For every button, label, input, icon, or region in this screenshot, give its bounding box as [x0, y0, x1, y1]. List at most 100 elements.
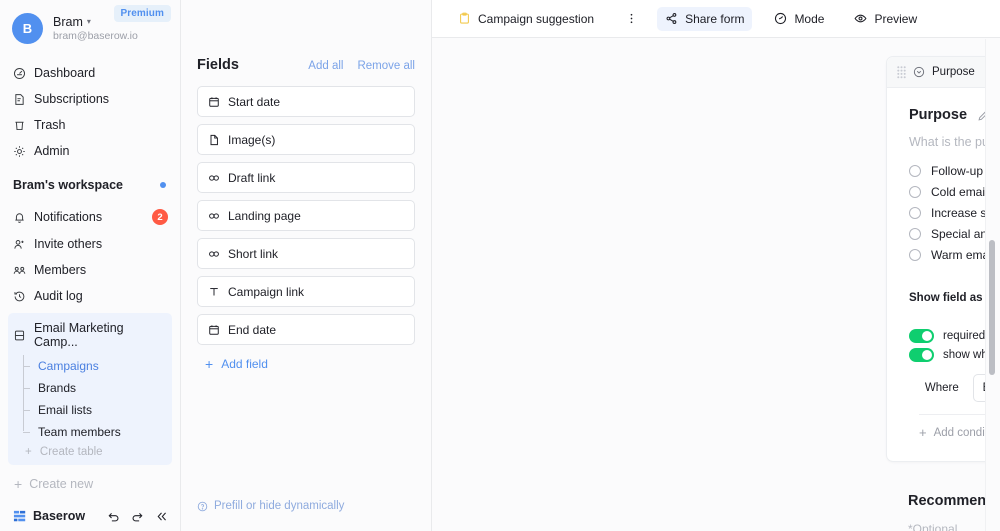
- bell-icon: [13, 211, 26, 224]
- form-canvas: Purpose Purpose What is the Follow-up Co…: [432, 38, 1000, 531]
- sidebar-label: Subscriptions: [34, 92, 110, 106]
- sidebar-label: Audit log: [34, 289, 83, 303]
- baserow-mark-icon: [13, 510, 26, 521]
- toolbar: Campaign suggestion Share form Mode Prev…: [432, 0, 1000, 38]
- brand-label: Baserow: [33, 509, 86, 523]
- field-label: Image(s): [228, 132, 276, 147]
- link-icon: [208, 172, 220, 184]
- footer-actions: [107, 510, 168, 523]
- add-all-button[interactable]: Add all: [308, 60, 343, 72]
- plus-icon: +: [25, 446, 32, 458]
- sidebar-item-admin[interactable]: Admin: [0, 138, 180, 164]
- form-name-label: Campaign suggestion: [478, 11, 595, 26]
- eye-icon: [854, 14, 867, 23]
- sidebar-label: Notifications: [34, 210, 103, 224]
- app-root: Premium B Bram ▾ bram@baserow.io Dashboa…: [0, 0, 1000, 531]
- field-card-landing-page[interactable]: Landing page: [197, 200, 415, 231]
- field-label: End date: [228, 322, 277, 337]
- field-label: Landing page: [228, 208, 301, 223]
- preview-button[interactable]: Preview: [846, 7, 925, 31]
- table-list: Campaigns Brands Email lists Team member…: [8, 355, 172, 443]
- required-toggle-label: required: [943, 330, 986, 342]
- prefill-or-hide-link[interactable]: Prefill or hide dynamically: [197, 500, 344, 512]
- show-field-as-label: Show field as: [909, 292, 983, 304]
- text-icon: [208, 286, 220, 298]
- user-plus-icon: [13, 238, 26, 251]
- sidebar-label: Admin: [34, 144, 70, 158]
- field-card-draft-link[interactable]: Draft link: [197, 162, 415, 193]
- condition-where-label: Where: [924, 382, 959, 394]
- redo-icon[interactable]: [131, 510, 144, 523]
- create-new-label: Create new: [29, 477, 94, 491]
- avatar: B: [12, 13, 43, 44]
- field-label: Short link: [228, 246, 279, 261]
- create-table-button[interactable]: + Create table: [8, 443, 172, 461]
- form-name-button[interactable]: Campaign suggestion: [450, 7, 602, 31]
- link-icon: [208, 248, 220, 260]
- remove-all-button[interactable]: Remove all: [357, 60, 415, 72]
- sidebar-item-notifications[interactable]: Notifications 2: [0, 203, 180, 231]
- database-label: Email Marketing Camp...: [34, 321, 124, 349]
- fields-panel: Fields Add all Remove all Start date Ima…: [181, 0, 432, 531]
- sidebar-item-audit-log[interactable]: Audit log: [0, 283, 180, 309]
- subscriptions-icon: [13, 93, 26, 106]
- field-card-end-date[interactable]: End date: [197, 314, 415, 345]
- mode-label: Mode: [794, 11, 825, 26]
- share-form-button[interactable]: Share form: [657, 6, 753, 31]
- link-icon: [208, 210, 220, 222]
- create-new-button[interactable]: + Create new: [0, 465, 180, 499]
- workspace-status-dot: [160, 182, 166, 188]
- conditions-toggle[interactable]: [909, 348, 934, 362]
- radio-icon: [909, 249, 921, 261]
- radio-icon: [909, 165, 921, 177]
- notifications-badge: 2: [152, 209, 168, 225]
- sidebar-item-database[interactable]: Email Marketing Camp...: [8, 315, 172, 355]
- baserow-logo[interactable]: Baserow: [13, 509, 85, 523]
- file-icon: [208, 134, 220, 146]
- create-table-label: Create table: [39, 446, 103, 458]
- more-options-button[interactable]: [618, 7, 645, 30]
- kebab-menu-icon: [630, 13, 633, 24]
- radio-icon: [909, 207, 921, 219]
- sidebar-item-table-email-lists[interactable]: Email lists: [23, 399, 172, 421]
- sidebar-item-table-team-members[interactable]: Team members: [23, 421, 172, 443]
- field-card-campaign-link[interactable]: Campaign link: [197, 276, 415, 307]
- sidebar-item-table-campaigns[interactable]: Campaigns: [23, 355, 172, 377]
- preview-label: Preview: [874, 11, 918, 26]
- field-card-images[interactable]: Image(s): [197, 124, 415, 155]
- vertical-scrollbar[interactable]: [989, 240, 995, 375]
- sidebar-item-invite-others[interactable]: Invite others: [0, 231, 180, 257]
- sidebar-item-dashboard[interactable]: Dashboard: [0, 60, 180, 86]
- field-label: Draft link: [228, 170, 276, 185]
- sidebar-item-subscriptions[interactable]: Subscriptions: [0, 86, 180, 112]
- sidebar-item-members[interactable]: Members: [0, 257, 180, 283]
- share-icon: [666, 13, 677, 24]
- clipboard-icon: [460, 12, 469, 24]
- chevron-down-icon: ▾: [86, 17, 91, 26]
- sidebar-item-table-brands[interactable]: Brands: [23, 377, 172, 399]
- gear-icon: [13, 145, 26, 158]
- plus-icon: +: [14, 476, 23, 492]
- question-circle-icon: [197, 501, 208, 512]
- members-icon: [13, 264, 26, 277]
- prefill-label: Prefill or hide dynamically: [214, 500, 345, 512]
- undo-icon[interactable]: [107, 510, 120, 523]
- workspace-nav: Notifications 2 Invite others Members Au…: [0, 199, 180, 309]
- field-card-start-date[interactable]: Start date: [197, 86, 415, 117]
- dashboard-icon: [13, 67, 26, 80]
- card-header-title: Purpose: [932, 66, 975, 78]
- required-toggle[interactable]: [909, 329, 934, 343]
- database-icon: [13, 329, 26, 342]
- user-name: Bram: [53, 15, 83, 29]
- drag-handle-icon[interactable]: [897, 65, 906, 79]
- sidebar-item-trash[interactable]: Trash: [0, 112, 180, 138]
- database-group: Email Marketing Camp... Campaigns Brands…: [8, 313, 172, 465]
- field-list: Start date Image(s) Draft link Landing p…: [197, 86, 415, 345]
- workspace-title-row[interactable]: Bram's workspace: [0, 164, 180, 199]
- collapse-sidebar-icon[interactable]: [155, 510, 168, 523]
- card-header: Purpose: [887, 57, 1000, 88]
- field-card-short-link[interactable]: Short link: [197, 238, 415, 269]
- add-field-button[interactable]: + Add field: [197, 357, 415, 371]
- calendar-icon: [208, 96, 220, 108]
- mode-button[interactable]: Mode: [766, 7, 832, 31]
